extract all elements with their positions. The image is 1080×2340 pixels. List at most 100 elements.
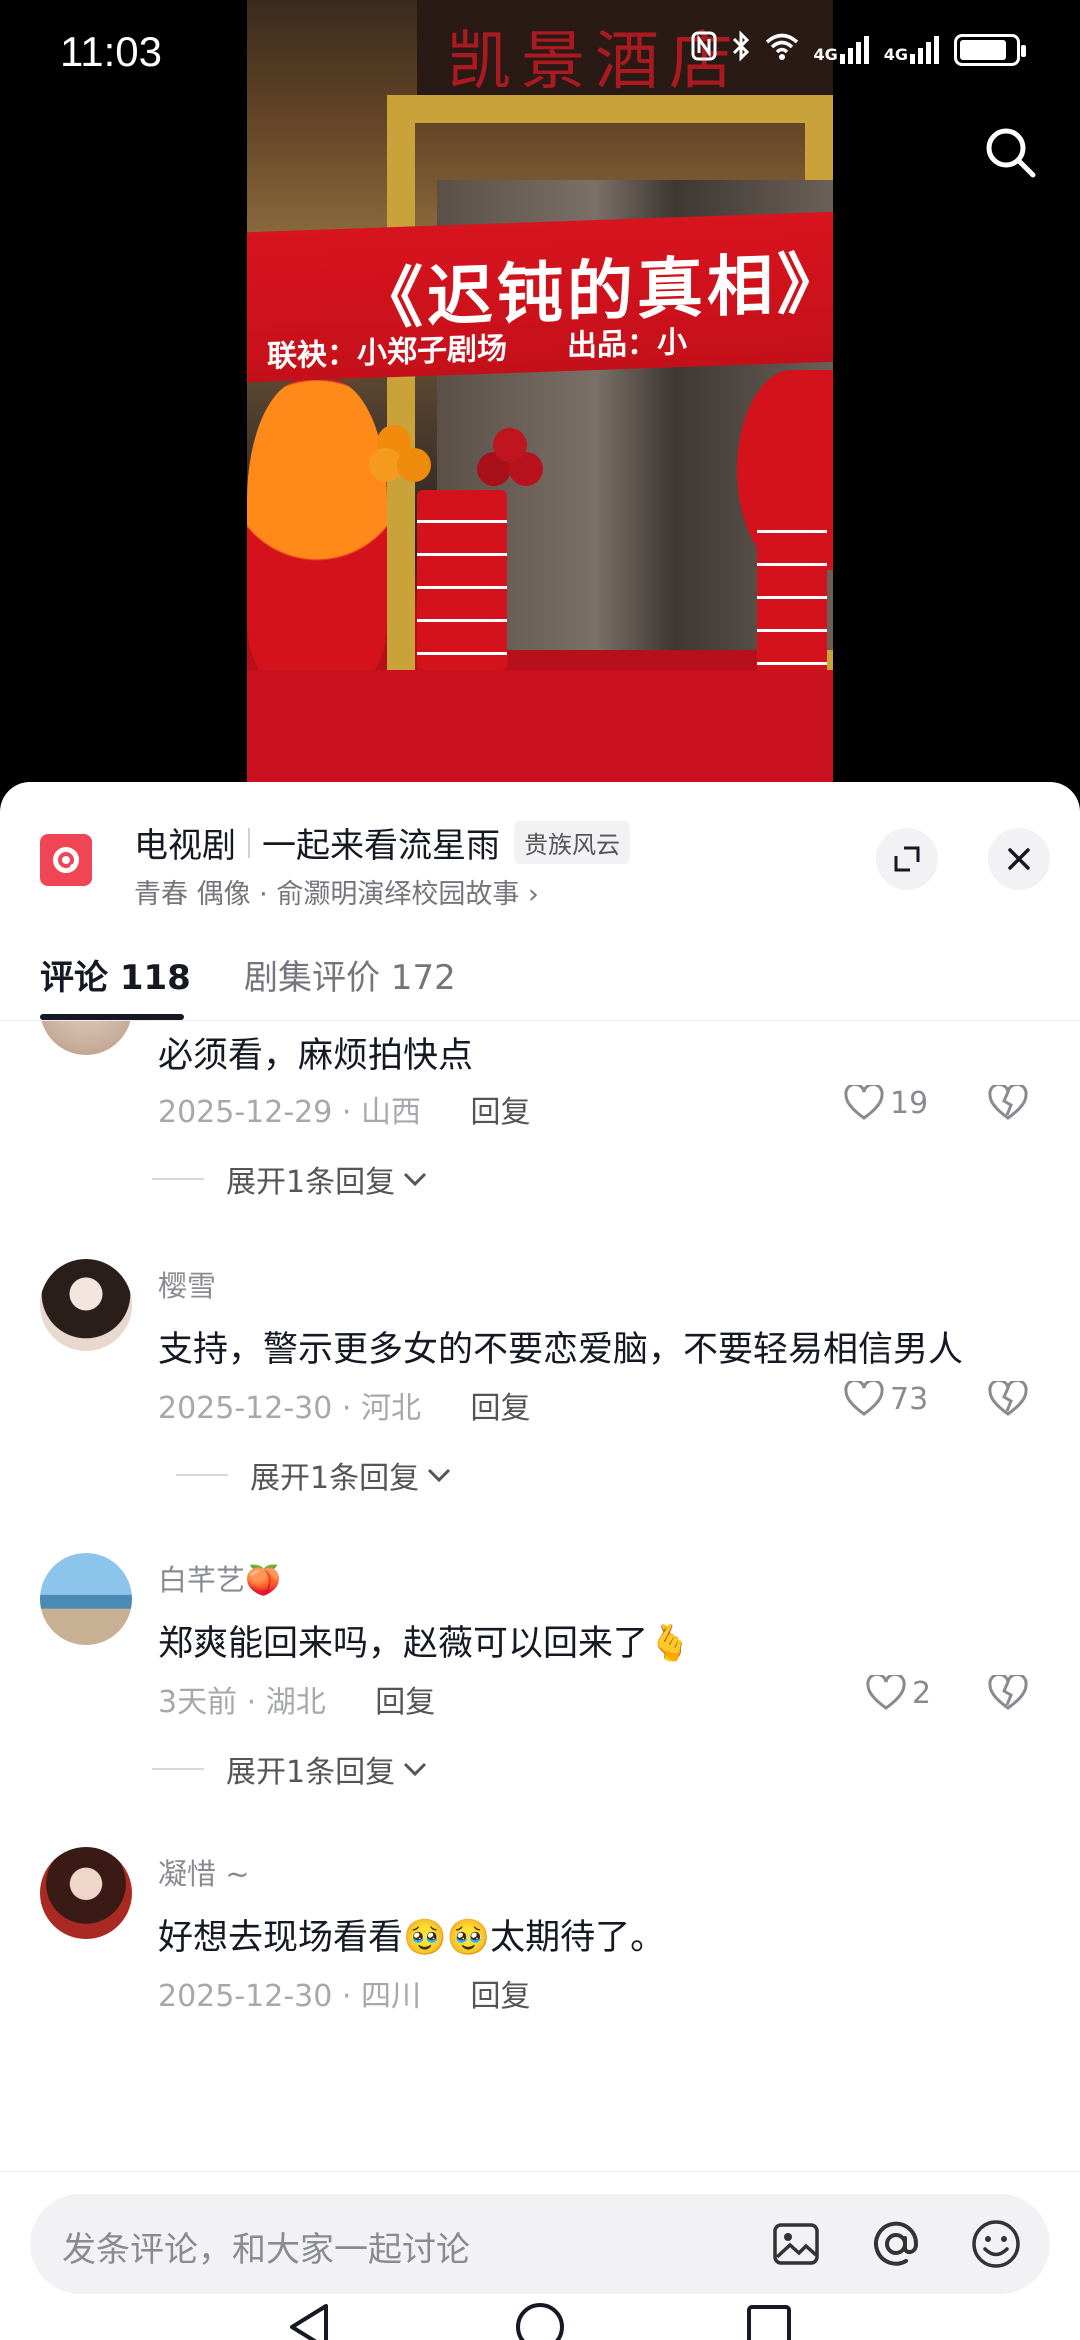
tab-episode-reviews[interactable]: 剧集评价 172: [244, 950, 456, 999]
expand-button[interactable]: [876, 828, 938, 890]
meta-separator: ·: [237, 1685, 266, 1720]
broken-heart-icon: [988, 1082, 1028, 1120]
comment-tabs: 评论 118 剧集评价 172: [0, 922, 1080, 1021]
system-nav-bar: [0, 2282, 1080, 2340]
peach-emoji: 🍑: [245, 1563, 282, 1597]
drama-title: 一起来看流星雨: [262, 826, 500, 866]
comment-region: 山西: [360, 1095, 421, 1130]
meta-separator: ·: [332, 1979, 361, 2014]
title-divider: [248, 827, 250, 858]
comment-date: 2025-12-30: [158, 1979, 333, 2014]
expand-replies-label: 展开1条回复: [226, 1755, 396, 1790]
search-button[interactable]: [970, 112, 1050, 192]
expand-replies-label: 展开1条回复: [250, 1461, 420, 1496]
dislike-button[interactable]: [988, 1082, 1028, 1125]
like-count: 73: [890, 1381, 929, 1417]
active-tab-indicator: [40, 1014, 184, 1020]
avatar[interactable]: [40, 1847, 132, 1939]
drama-tag[interactable]: 贵族风云: [514, 821, 630, 864]
comment-date: 3天前: [158, 1685, 238, 1720]
reply-button[interactable]: 回复: [471, 1095, 531, 1130]
video-cans-left: [417, 490, 507, 670]
comment-list[interactable]: 必须看，麻烦拍快点 2025-12-29 · 山西 回复 19 展开1条回复 樱…: [0, 1021, 1080, 2171]
nav-back-button[interactable]: [274, 2292, 344, 2340]
comment-meta: 2025-12-29 · 山西 回复: [158, 1087, 531, 1131]
bluetooth-icon: [731, 30, 751, 69]
comment-input-bar: 发条评论，和大家一起讨论: [0, 2171, 1080, 2294]
video-frame[interactable]: 凯景酒店 《迟钝的真相》 联袂：小郑子剧场 出品：小: [247, 0, 833, 785]
avatar[interactable]: [40, 1021, 132, 1055]
nav-home-button[interactable]: [505, 2292, 575, 2340]
comment-text: 好想去现场看看🥹🥹太期待了。: [158, 1918, 666, 1958]
comment-username[interactable]: 樱雪: [158, 1263, 216, 1305]
tab-comments[interactable]: 评论 118: [40, 950, 191, 999]
comment-text: 支持，警示更多女的不要恋爱脑，不要轻易相信男人: [158, 1330, 964, 1370]
emoji-icon: [972, 2220, 1020, 2268]
dislike-button[interactable]: [988, 1672, 1028, 1715]
avatar[interactable]: [40, 1259, 132, 1351]
reply-button[interactable]: 回复: [471, 1979, 531, 2014]
video-flower-basket: [247, 380, 387, 680]
comment-region: 河北: [360, 1391, 421, 1426]
like-count: 2: [912, 1675, 932, 1711]
expand-replies-button[interactable]: 展开1条回复: [152, 1747, 429, 1791]
heart-hands-emoji: 🫰: [648, 1624, 692, 1664]
chevron-down-icon: [404, 1762, 427, 1777]
tv-series-icon: [40, 834, 92, 886]
heart-icon: [866, 1675, 906, 1710]
heart-icon: [844, 1085, 884, 1120]
home-circle-icon: [516, 2303, 564, 2340]
chevron-right-icon: ›: [527, 879, 539, 910]
comment-username-text: 白芊艺: [158, 1563, 246, 1597]
comment-region: 四川: [360, 1979, 421, 2014]
image-icon: [773, 2223, 819, 2265]
close-icon: [1008, 848, 1030, 870]
status-time: 11:03: [60, 28, 162, 75]
image-button[interactable]: [768, 2216, 824, 2272]
reply-button[interactable]: 回复: [375, 1685, 435, 1720]
network-1-label: 4G: [813, 44, 838, 64]
comment-date: 2025-12-29: [158, 1095, 333, 1130]
video-red-table: [247, 670, 833, 785]
video-player[interactable]: 凯景酒店 《迟钝的真相》 联袂：小郑子剧场 出品：小: [0, 0, 1080, 800]
back-triangle-icon: [290, 2304, 328, 2340]
network-2-label: 4G: [883, 44, 908, 64]
avatar[interactable]: [40, 1553, 132, 1645]
comment-username[interactable]: 白芊艺🍑: [158, 1557, 281, 1599]
video-apple: [493, 428, 527, 462]
comment-region: 湖北: [265, 1685, 326, 1720]
comment-input[interactable]: 发条评论，和大家一起讨论: [30, 2194, 1050, 2294]
drama-subtitle-link[interactable]: 青春 偶像 · 俞灏明演绎校园故事 ›: [134, 872, 539, 911]
close-button[interactable]: [988, 828, 1050, 890]
comment-username[interactable]: 凝惜 ~: [158, 1851, 250, 1893]
reply-button[interactable]: 回复: [471, 1391, 531, 1426]
expand-divider: [176, 1474, 228, 1476]
mention-button[interactable]: [868, 2216, 924, 2272]
drama-info-header[interactable]: 电视剧 一起来看流星雨 贵族风云 青春 偶像 · 俞灏明演绎校园故事 ›: [0, 782, 1080, 922]
like-button[interactable]: 2: [866, 1675, 931, 1711]
drama-title-row[interactable]: 电视剧 一起来看流星雨 贵族风云: [134, 818, 630, 867]
meta-separator: ·: [332, 1391, 361, 1426]
comment-text-body: 郑爽能回来吗，赵薇可以回来了: [158, 1624, 649, 1664]
expand-replies-label: 展开1条回复: [226, 1165, 396, 1200]
nav-recents-button[interactable]: [734, 2292, 804, 2340]
at-icon: [874, 2221, 919, 2266]
comment-date: 2025-12-30: [158, 1391, 333, 1426]
signal-2-icon: 4G: [883, 35, 940, 64]
expand-replies-button[interactable]: 展开1条回复: [176, 1453, 453, 1497]
heart-icon: [844, 1381, 884, 1416]
signal-1-icon: 4G: [813, 35, 869, 64]
drama-category: 电视剧: [134, 826, 236, 866]
battery-icon: [954, 33, 1026, 66]
like-button[interactable]: 19: [844, 1085, 928, 1121]
comment-text: 郑爽能回来吗，赵薇可以回来了🫰: [158, 1615, 692, 1666]
dislike-button[interactable]: [988, 1378, 1028, 1421]
meta-separator: ·: [332, 1095, 361, 1130]
video-banner: 《迟钝的真相》 联袂：小郑子剧场 出品：小: [247, 211, 833, 383]
like-button[interactable]: 73: [844, 1381, 928, 1417]
expand-replies-button[interactable]: 展开1条回复: [152, 1157, 429, 1201]
wifi-icon: [765, 32, 799, 67]
video-banner-subtitle: 联袂：小郑子剧场 出品：小: [267, 324, 687, 375]
like-count: 19: [890, 1085, 929, 1121]
emoji-button[interactable]: [968, 2216, 1024, 2272]
